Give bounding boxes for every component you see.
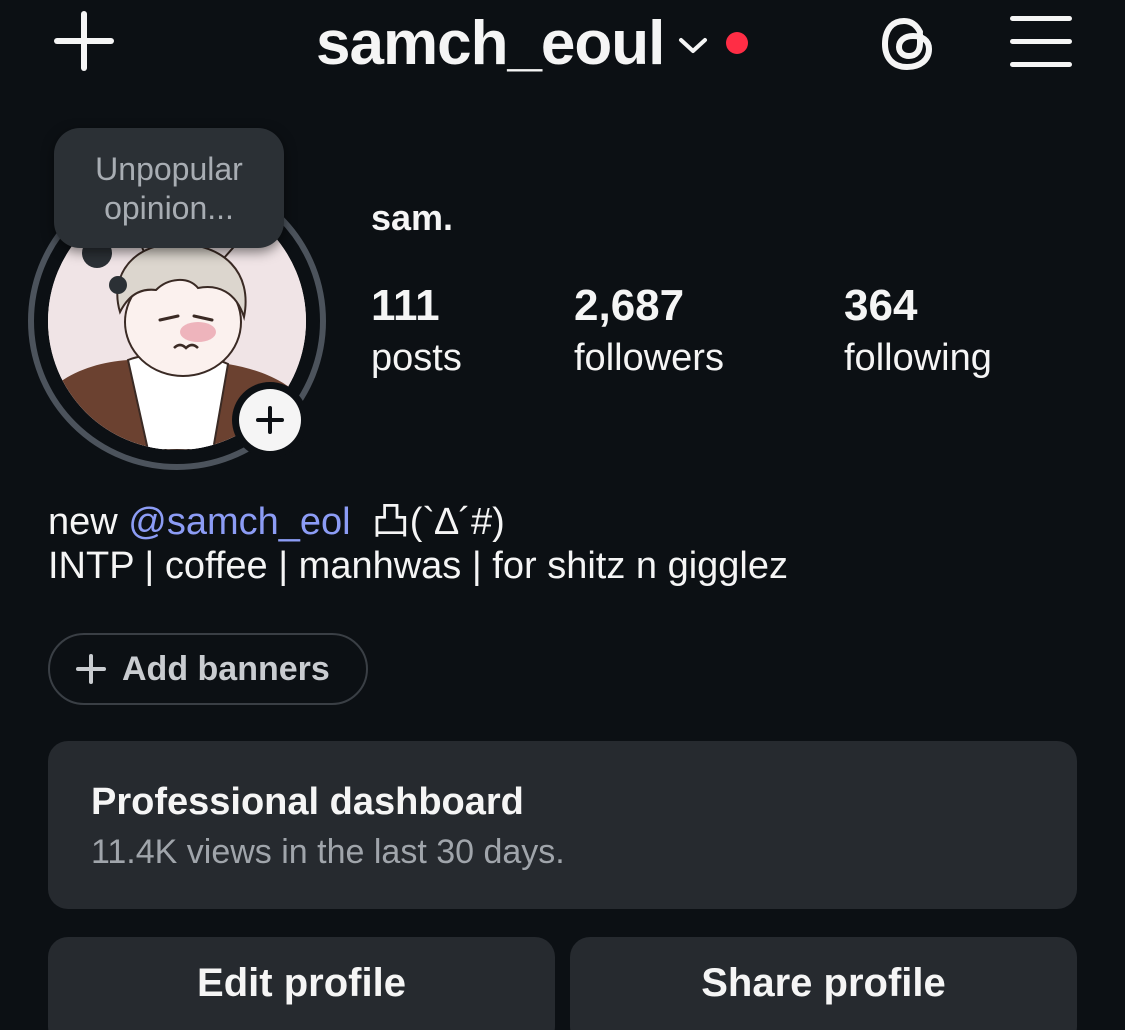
stat-posts[interactable]: 111 posts xyxy=(371,282,462,386)
professional-dashboard-card[interactable]: Professional dashboard 11.4K views in th… xyxy=(48,741,1077,909)
add-banners-button[interactable]: Add banners xyxy=(48,633,368,705)
bio-mention-link[interactable]: @samch_eol xyxy=(128,501,350,543)
stat-value: 364 xyxy=(844,281,918,330)
plus-icon xyxy=(76,654,106,684)
profile-screen: samch_eoul Unpopular opinion... sam. 111… xyxy=(0,0,1125,1030)
edit-profile-label: Edit profile xyxy=(197,961,406,1005)
plus-icon[interactable] xyxy=(239,389,301,451)
bio-emoticon: 凸(`∆´#) xyxy=(371,501,505,543)
dashboard-subtitle: 11.4K views in the last 30 days. xyxy=(91,833,565,871)
dashboard-title: Professional dashboard xyxy=(91,781,524,823)
threads-icon[interactable] xyxy=(876,12,940,76)
stat-value: 2,687 xyxy=(574,281,685,330)
add-story-button[interactable] xyxy=(232,382,308,458)
bio-prefix: new xyxy=(48,501,129,543)
note-text: Unpopular opinion... xyxy=(95,151,243,226)
stat-value: 111 xyxy=(371,281,440,330)
account-switcher[interactable]: samch_eoul xyxy=(316,0,749,86)
stat-label: posts xyxy=(371,337,462,379)
note-bubble[interactable]: Unpopular opinion... xyxy=(54,128,284,248)
share-profile-label: Share profile xyxy=(701,961,946,1005)
stat-followers[interactable]: 2,687 followers xyxy=(574,282,724,386)
notification-dot xyxy=(726,32,749,54)
display-name: sam. xyxy=(371,197,454,238)
chevron-down-icon[interactable] xyxy=(678,36,708,56)
note-bubble-tail-small xyxy=(109,276,127,294)
stat-label: followers xyxy=(574,337,724,379)
stat-following[interactable]: 364 following xyxy=(844,282,992,386)
create-plus-icon[interactable] xyxy=(52,10,116,74)
username[interactable]: samch_eoul xyxy=(316,8,665,79)
add-banners-label: Add banners xyxy=(122,649,330,688)
hamburger-menu-icon[interactable] xyxy=(1010,16,1072,68)
share-profile-button[interactable]: Share profile xyxy=(570,937,1077,1030)
top-bar: samch_eoul xyxy=(0,0,1125,90)
stat-label: following xyxy=(844,337,992,379)
bio-line-2: INTP | coffee | manhwas | for shitz n gi… xyxy=(48,545,788,587)
bio-line-1: new @samch_eol 凸(`∆´#) xyxy=(48,490,505,545)
edit-profile-button[interactable]: Edit profile xyxy=(48,937,555,1030)
